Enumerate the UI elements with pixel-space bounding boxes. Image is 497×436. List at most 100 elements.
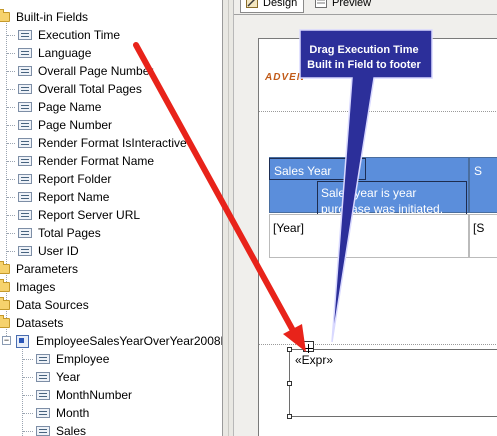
report-logo: ADVEN <box>265 72 306 83</box>
splitter-edge <box>228 0 229 436</box>
field-icon <box>18 192 32 202</box>
tab-design[interactable]: Design <box>240 0 305 13</box>
tree-item-label: Execution Time <box>38 28 121 42</box>
tree-item-month[interactable]: Month <box>0 404 222 422</box>
tree-connector <box>7 233 15 234</box>
tree-item-label: Overall Page Number <box>38 64 154 78</box>
tree-item-label: Render Format IsInteractive <box>38 136 187 150</box>
field-icon <box>36 408 50 418</box>
tree-item-monthnumber[interactable]: MonthNumber <box>0 386 222 404</box>
tree-connector <box>7 143 15 144</box>
tab-label: Preview <box>332 0 372 9</box>
tree-item-label: Page Name <box>38 100 102 114</box>
page-header-divider <box>259 111 497 112</box>
tree-node-label: Datasets <box>16 316 64 330</box>
resize-handle[interactable] <box>287 414 292 419</box>
tree-item-label: Employee <box>56 352 110 366</box>
table-header-cell[interactable]: S <box>469 157 497 213</box>
folder-icon <box>0 279 10 292</box>
tree-item-language[interactable]: Language <box>0 44 222 62</box>
field-icon <box>18 138 32 148</box>
tree-item-report-folder[interactable]: Report Folder <box>0 170 222 188</box>
folder-icon <box>0 9 10 22</box>
tree-item-label: Page Number <box>38 118 113 132</box>
tree-node-datasets[interactable]: Datasets <box>0 314 222 332</box>
tree-item-overall-total-pages[interactable]: Overall Total Pages <box>0 80 222 98</box>
folder-icon <box>0 315 10 328</box>
tree-connector <box>7 197 15 198</box>
field-icon <box>36 390 50 400</box>
tree-item-year[interactable]: Year <box>0 368 222 386</box>
tree-connector <box>7 35 15 36</box>
move-handle-icon[interactable] <box>303 341 314 353</box>
tree-node-dataset[interactable]: − EmployeeSalesYearOverYear2008l <box>0 332 222 350</box>
pane-splitter[interactable] <box>222 0 234 436</box>
tree-node-builtin-fields[interactable]: Built-in Fields <box>0 8 222 26</box>
table-data-cell[interactable]: [Year] <box>269 214 469 258</box>
tree-item-page-number[interactable]: Page Number <box>0 116 222 134</box>
field-icon <box>18 84 32 94</box>
tab-label: Design <box>263 0 298 9</box>
tab-preview[interactable]: Preview <box>310 0 377 13</box>
tree-item-label: Report Server URL <box>38 208 141 222</box>
field-icon <box>18 228 32 238</box>
tree-item-page-name[interactable]: Page Name <box>0 98 222 116</box>
tree-item-user-id[interactable]: User ID <box>0 242 222 260</box>
tree-connector <box>7 251 15 252</box>
tree-item-overall-page-number[interactable]: Overall Page Number <box>0 62 222 80</box>
tree-item-employee[interactable]: Employee <box>0 350 222 368</box>
tree-connector <box>7 215 15 216</box>
tree-connector <box>23 431 33 432</box>
tree-item-label: User ID <box>38 244 79 258</box>
collapse-toggle-icon[interactable]: − <box>2 336 11 345</box>
tree-item-label: Month <box>56 406 90 420</box>
tree-item-execution-time[interactable]: Execution Time <box>0 26 222 44</box>
field-icon <box>18 66 32 76</box>
resize-handle[interactable] <box>287 381 292 386</box>
tree-node-label: EmployeeSalesYearOverYear2008l <box>36 334 222 348</box>
tree-connector <box>23 395 33 396</box>
tree-connector <box>23 359 33 360</box>
tree-item-render-format-isinteractive[interactable]: Render Format IsInteractive <box>0 134 222 152</box>
field-icon <box>36 426 50 436</box>
field-icon <box>18 120 32 130</box>
tree-item-label: Report Folder <box>38 172 112 186</box>
design-icon <box>246 0 258 8</box>
data-cell-text: [S <box>473 221 485 235</box>
field-icon <box>18 174 32 184</box>
field-icon <box>36 354 50 364</box>
tree-item-render-format-name[interactable]: Render Format Name <box>0 152 222 170</box>
report-data-tree: Built-in Fields Execution Time Language … <box>0 0 222 436</box>
tree-node-label: Built-in Fields <box>16 10 89 24</box>
tree-item-sales[interactable]: Sales <box>0 422 222 436</box>
field-icon <box>36 372 50 382</box>
tree-connector <box>7 179 15 180</box>
tree-item-label: Total Pages <box>38 226 101 240</box>
tree-item-report-server-url[interactable]: Report Server URL <box>0 206 222 224</box>
tree-item-label: Report Name <box>38 190 110 204</box>
page-footer-divider <box>259 344 497 345</box>
resize-handle[interactable] <box>287 347 292 352</box>
table-data-cell[interactable]: [S <box>469 214 497 258</box>
field-icon <box>18 210 32 220</box>
dataset-icon <box>16 335 29 348</box>
header-cell-text: S <box>474 164 483 178</box>
report-body[interactable]: ADVEN Sales Year S Sales year is year pu… <box>258 38 497 436</box>
designer-tabs: Design Preview <box>234 0 497 15</box>
field-icon <box>18 246 32 256</box>
tree-item-label: Language <box>38 46 92 60</box>
tree-connector <box>7 107 15 108</box>
tree-node-parameters[interactable]: Parameters <box>0 260 222 278</box>
tree-item-label: Overall Total Pages <box>38 82 142 96</box>
field-icon <box>18 102 32 112</box>
tree-item-label: Render Format Name <box>38 154 155 168</box>
tree-connector <box>23 413 33 414</box>
preview-icon <box>315 0 327 8</box>
field-icon <box>18 156 32 166</box>
selected-cell-outline <box>269 158 366 180</box>
tree-item-report-name[interactable]: Report Name <box>0 188 222 206</box>
tree-item-total-pages[interactable]: Total Pages <box>0 224 222 242</box>
tree-node-label: Data Sources <box>16 298 89 312</box>
tree-node-images[interactable]: Images <box>0 278 222 296</box>
tree-node-data-sources[interactable]: Data Sources <box>0 296 222 314</box>
